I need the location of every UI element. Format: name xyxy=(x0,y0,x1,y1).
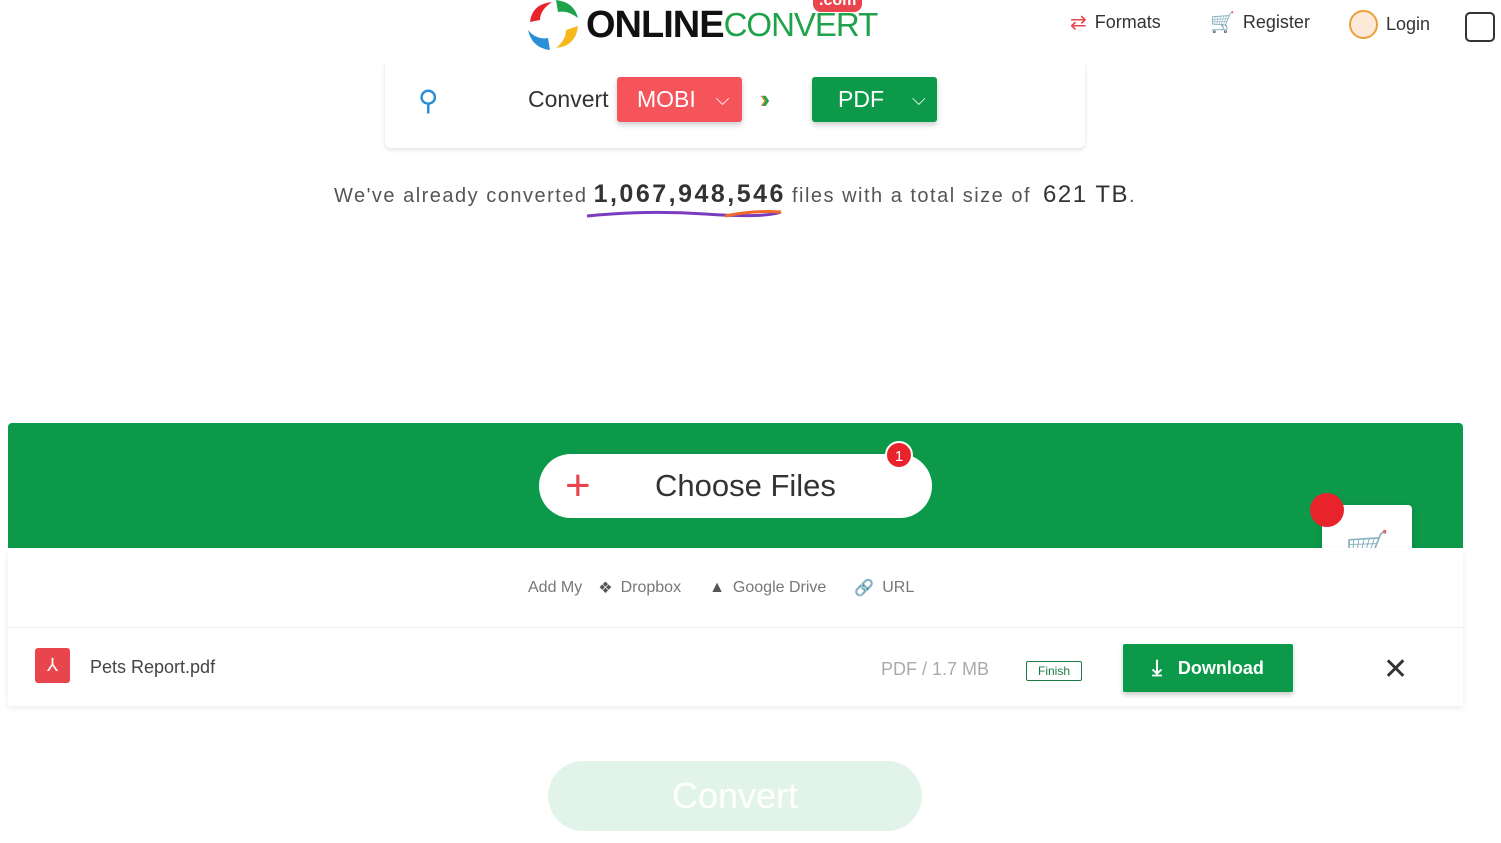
file-name: Pets Report.pdf xyxy=(90,657,216,677)
from-format-select[interactable]: MOBI ⌵ xyxy=(617,77,742,122)
formats-icon: ⇄ xyxy=(1070,12,1087,34)
logo-icon xyxy=(528,0,578,50)
underline-decoration xyxy=(586,210,782,218)
avatar-icon xyxy=(1349,10,1378,39)
source-links: Add My ❖ Dropbox ▲ Google Drive 🔗 URL xyxy=(528,579,915,597)
chevron-down-icon: ⌵ xyxy=(715,89,730,109)
stats-text: We've already converted 1,067,948,546 file… xyxy=(333,180,1137,208)
nav-login[interactable]: Login xyxy=(1349,10,1430,39)
menu-icon[interactable] xyxy=(1465,12,1495,42)
convert-label: Convert xyxy=(528,86,609,112)
download-button[interactable]: ⤓ Download xyxy=(1123,644,1293,692)
divider xyxy=(8,627,1463,628)
choose-files-button[interactable]: + Choose Files xyxy=(539,454,932,518)
cart-plus-icon: 🛒 xyxy=(1210,12,1235,34)
pdf-file-icon: ⅄ xyxy=(35,648,70,683)
close-icon[interactable]: ✕ xyxy=(1383,652,1408,687)
nav-formats[interactable]: ⇄ Formats xyxy=(1070,10,1161,35)
google-drive-icon: ▲ xyxy=(709,579,725,596)
plus-icon: + xyxy=(565,461,591,510)
link-icon: 🔗 xyxy=(854,580,875,597)
status-badge: Finish xyxy=(1026,661,1083,681)
user-badge-icon[interactable] xyxy=(1310,493,1344,527)
convert-button[interactable]: Convert xyxy=(548,761,922,831)
url-link[interactable]: URL xyxy=(882,579,914,597)
download-icon: ⤓ xyxy=(1152,655,1162,680)
search-icon[interactable]: ⚲ xyxy=(418,84,439,117)
file-info: PDF / 1.7 MB xyxy=(881,659,990,679)
dropbox-icon: ❖ xyxy=(598,580,613,597)
file-count-badge: 1 xyxy=(885,441,913,469)
arrows-icon: ››› xyxy=(760,84,767,114)
dropbox-link[interactable]: Dropbox xyxy=(621,579,681,597)
to-format-select[interactable]: PDF ⌵ xyxy=(812,77,937,122)
google-drive-link[interactable]: Google Drive xyxy=(733,579,826,597)
nav-register[interactable]: 🛒 Register xyxy=(1210,10,1310,35)
chevron-down-icon: ⌵ xyxy=(912,89,926,109)
logo-tld: .com xyxy=(813,0,863,12)
